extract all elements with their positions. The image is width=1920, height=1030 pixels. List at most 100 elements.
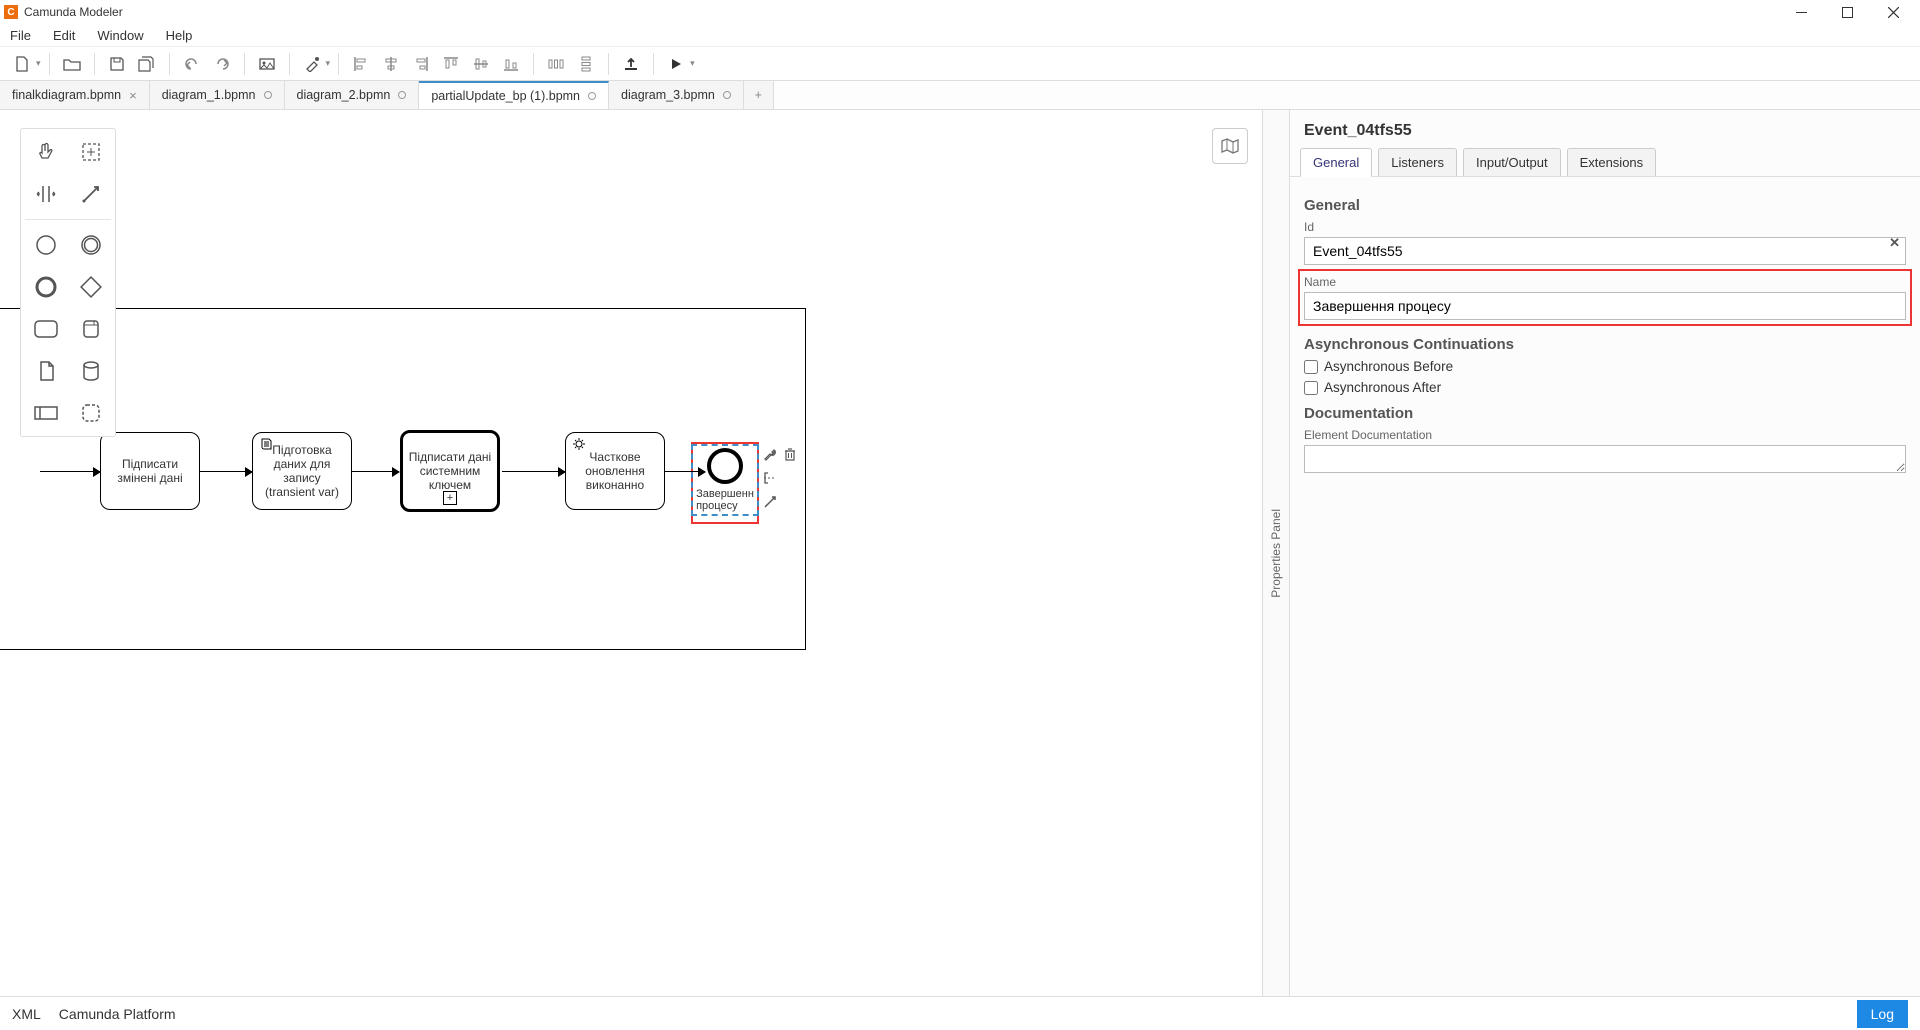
task-sign-changed-data[interactable]: Підписати змінені дані — [100, 432, 200, 510]
dirty-icon — [264, 91, 272, 99]
intermediate-event-button[interactable] — [70, 226, 111, 264]
gear-icon — [572, 437, 586, 451]
tab-general[interactable]: General — [1300, 148, 1372, 177]
sequence-flow[interactable] — [502, 471, 565, 472]
window-close-button[interactable] — [1870, 0, 1916, 24]
tab-label: partialUpdate_bp (1).bpmn — [431, 89, 580, 103]
pool-button[interactable] — [25, 394, 66, 432]
color-dropdown-icon[interactable]: ▾ — [326, 58, 331, 69]
dirty-icon — [398, 91, 406, 99]
clear-id-button[interactable]: ✕ — [1889, 235, 1900, 251]
trash-icon[interactable] — [782, 446, 800, 464]
save-button[interactable] — [103, 50, 131, 78]
close-icon[interactable]: × — [129, 88, 137, 103]
sequence-flow[interactable] — [665, 471, 705, 472]
element-header: Event_04tfs55 — [1290, 110, 1920, 148]
start-event-button[interactable] — [25, 226, 66, 264]
task-partial-update[interactable]: Часткове оновлення виконанно — [565, 432, 665, 510]
log-button[interactable]: Log — [1857, 1000, 1908, 1028]
tab-extensions[interactable]: Extensions — [1567, 148, 1657, 176]
name-input[interactable] — [1304, 292, 1906, 320]
group-button[interactable] — [70, 394, 111, 432]
tab-3[interactable]: partialUpdate_bp (1).bpmn — [419, 81, 609, 109]
tab-2[interactable]: diagram_2.bpmn — [285, 81, 420, 109]
tab-label: diagram_1.bpmn — [162, 88, 256, 102]
connect-tool-button[interactable] — [70, 175, 111, 213]
documentation-textarea[interactable] — [1304, 445, 1906, 473]
context-pad-right — [782, 446, 800, 464]
distribute-h-button[interactable] — [542, 50, 570, 78]
lasso-tool-button[interactable] — [70, 133, 111, 171]
async-after-row[interactable]: Asynchronous After — [1304, 380, 1906, 395]
async-after-checkbox[interactable] — [1304, 381, 1318, 395]
distribute-v-button[interactable] — [572, 50, 600, 78]
async-after-label: Asynchronous After — [1324, 380, 1441, 395]
tab-1[interactable]: diagram_1.bpmn — [150, 81, 285, 109]
end-event[interactable]: Завершенн процесу — [695, 448, 755, 512]
open-file-button[interactable] — [58, 50, 86, 78]
new-file-button[interactable] — [8, 50, 36, 78]
align-top-button[interactable] — [437, 50, 465, 78]
undo-button[interactable] — [178, 50, 206, 78]
data-store-button[interactable] — [70, 310, 111, 348]
id-input[interactable] — [1304, 237, 1906, 265]
color-button[interactable] — [298, 50, 326, 78]
database-button[interactable] — [70, 352, 111, 390]
annotation-icon[interactable] — [762, 470, 780, 488]
sequence-flow[interactable] — [352, 471, 399, 472]
align-left-button[interactable] — [347, 50, 375, 78]
platform-tab[interactable]: Camunda Platform — [59, 1006, 176, 1022]
menu-bar: File Edit Window Help — [0, 24, 1920, 46]
properties-panel-label: Properties Panel — [1269, 509, 1283, 598]
minimap-toggle-button[interactable] — [1212, 128, 1248, 164]
gateway-button[interactable] — [70, 268, 111, 306]
connection-icon[interactable] — [762, 494, 780, 512]
align-bottom-button[interactable] — [497, 50, 525, 78]
new-file-dropdown-icon[interactable]: ▾ — [36, 58, 41, 69]
window-maximize-button[interactable] — [1824, 0, 1870, 24]
task-button[interactable] — [25, 310, 66, 348]
align-center-h-button[interactable] — [377, 50, 405, 78]
task-prepare-data[interactable]: Підготовка даних для запису (transient v… — [252, 432, 352, 510]
async-before-label: Asynchronous Before — [1324, 359, 1453, 374]
tab-label: diagram_3.bpmn — [621, 88, 715, 102]
space-tool-button[interactable] — [25, 175, 66, 213]
end-event-button[interactable] — [25, 268, 66, 306]
sequence-flow[interactable] — [40, 471, 100, 472]
tab-0[interactable]: finalkdiagram.bpmn× — [0, 81, 150, 109]
wrench-icon[interactable] — [762, 446, 780, 464]
tab-4[interactable]: diagram_3.bpmn — [609, 81, 744, 109]
data-object-button[interactable] — [25, 352, 66, 390]
script-icon — [259, 437, 273, 451]
run-button[interactable] — [662, 50, 690, 78]
properties-panel: Event_04tfs55 General Listeners Input/Ou… — [1290, 110, 1920, 996]
tab-input-output[interactable]: Input/Output — [1463, 148, 1561, 176]
sequence-flow[interactable] — [200, 471, 252, 472]
async-before-checkbox[interactable] — [1304, 360, 1318, 374]
menu-edit[interactable]: Edit — [49, 26, 79, 45]
properties-panel-toggle[interactable]: Properties Panel — [1262, 110, 1290, 996]
task-label: Часткове оновлення виконанно — [585, 450, 645, 492]
image-export-button[interactable] — [253, 50, 281, 78]
deploy-button[interactable] — [617, 50, 645, 78]
window-minimize-button[interactable] — [1778, 0, 1824, 24]
app-icon: C — [4, 5, 18, 19]
menu-window[interactable]: Window — [93, 26, 147, 45]
hand-tool-button[interactable] — [25, 133, 66, 171]
add-tab-button[interactable]: + — [744, 81, 774, 109]
align-right-button[interactable] — [407, 50, 435, 78]
diagram-canvas[interactable]: агув их у Підписати змінені дані Підгото… — [0, 110, 1262, 996]
section-documentation: Documentation — [1304, 405, 1906, 422]
property-tabs: General Listeners Input/Output Extension… — [1290, 148, 1920, 177]
redo-button[interactable] — [208, 50, 236, 78]
save-all-button[interactable] — [133, 50, 161, 78]
xml-tab[interactable]: XML — [12, 1006, 41, 1022]
run-dropdown-icon[interactable]: ▾ — [690, 58, 695, 69]
align-middle-v-button[interactable] — [467, 50, 495, 78]
async-before-row[interactable]: Asynchronous Before — [1304, 359, 1906, 374]
end-event-label: Завершенн процесу — [696, 488, 754, 512]
tab-listeners[interactable]: Listeners — [1378, 148, 1457, 176]
task-sign-system-key[interactable]: Підписати дані системним ключем + — [400, 430, 500, 512]
menu-file[interactable]: File — [6, 26, 35, 45]
menu-help[interactable]: Help — [162, 26, 197, 45]
